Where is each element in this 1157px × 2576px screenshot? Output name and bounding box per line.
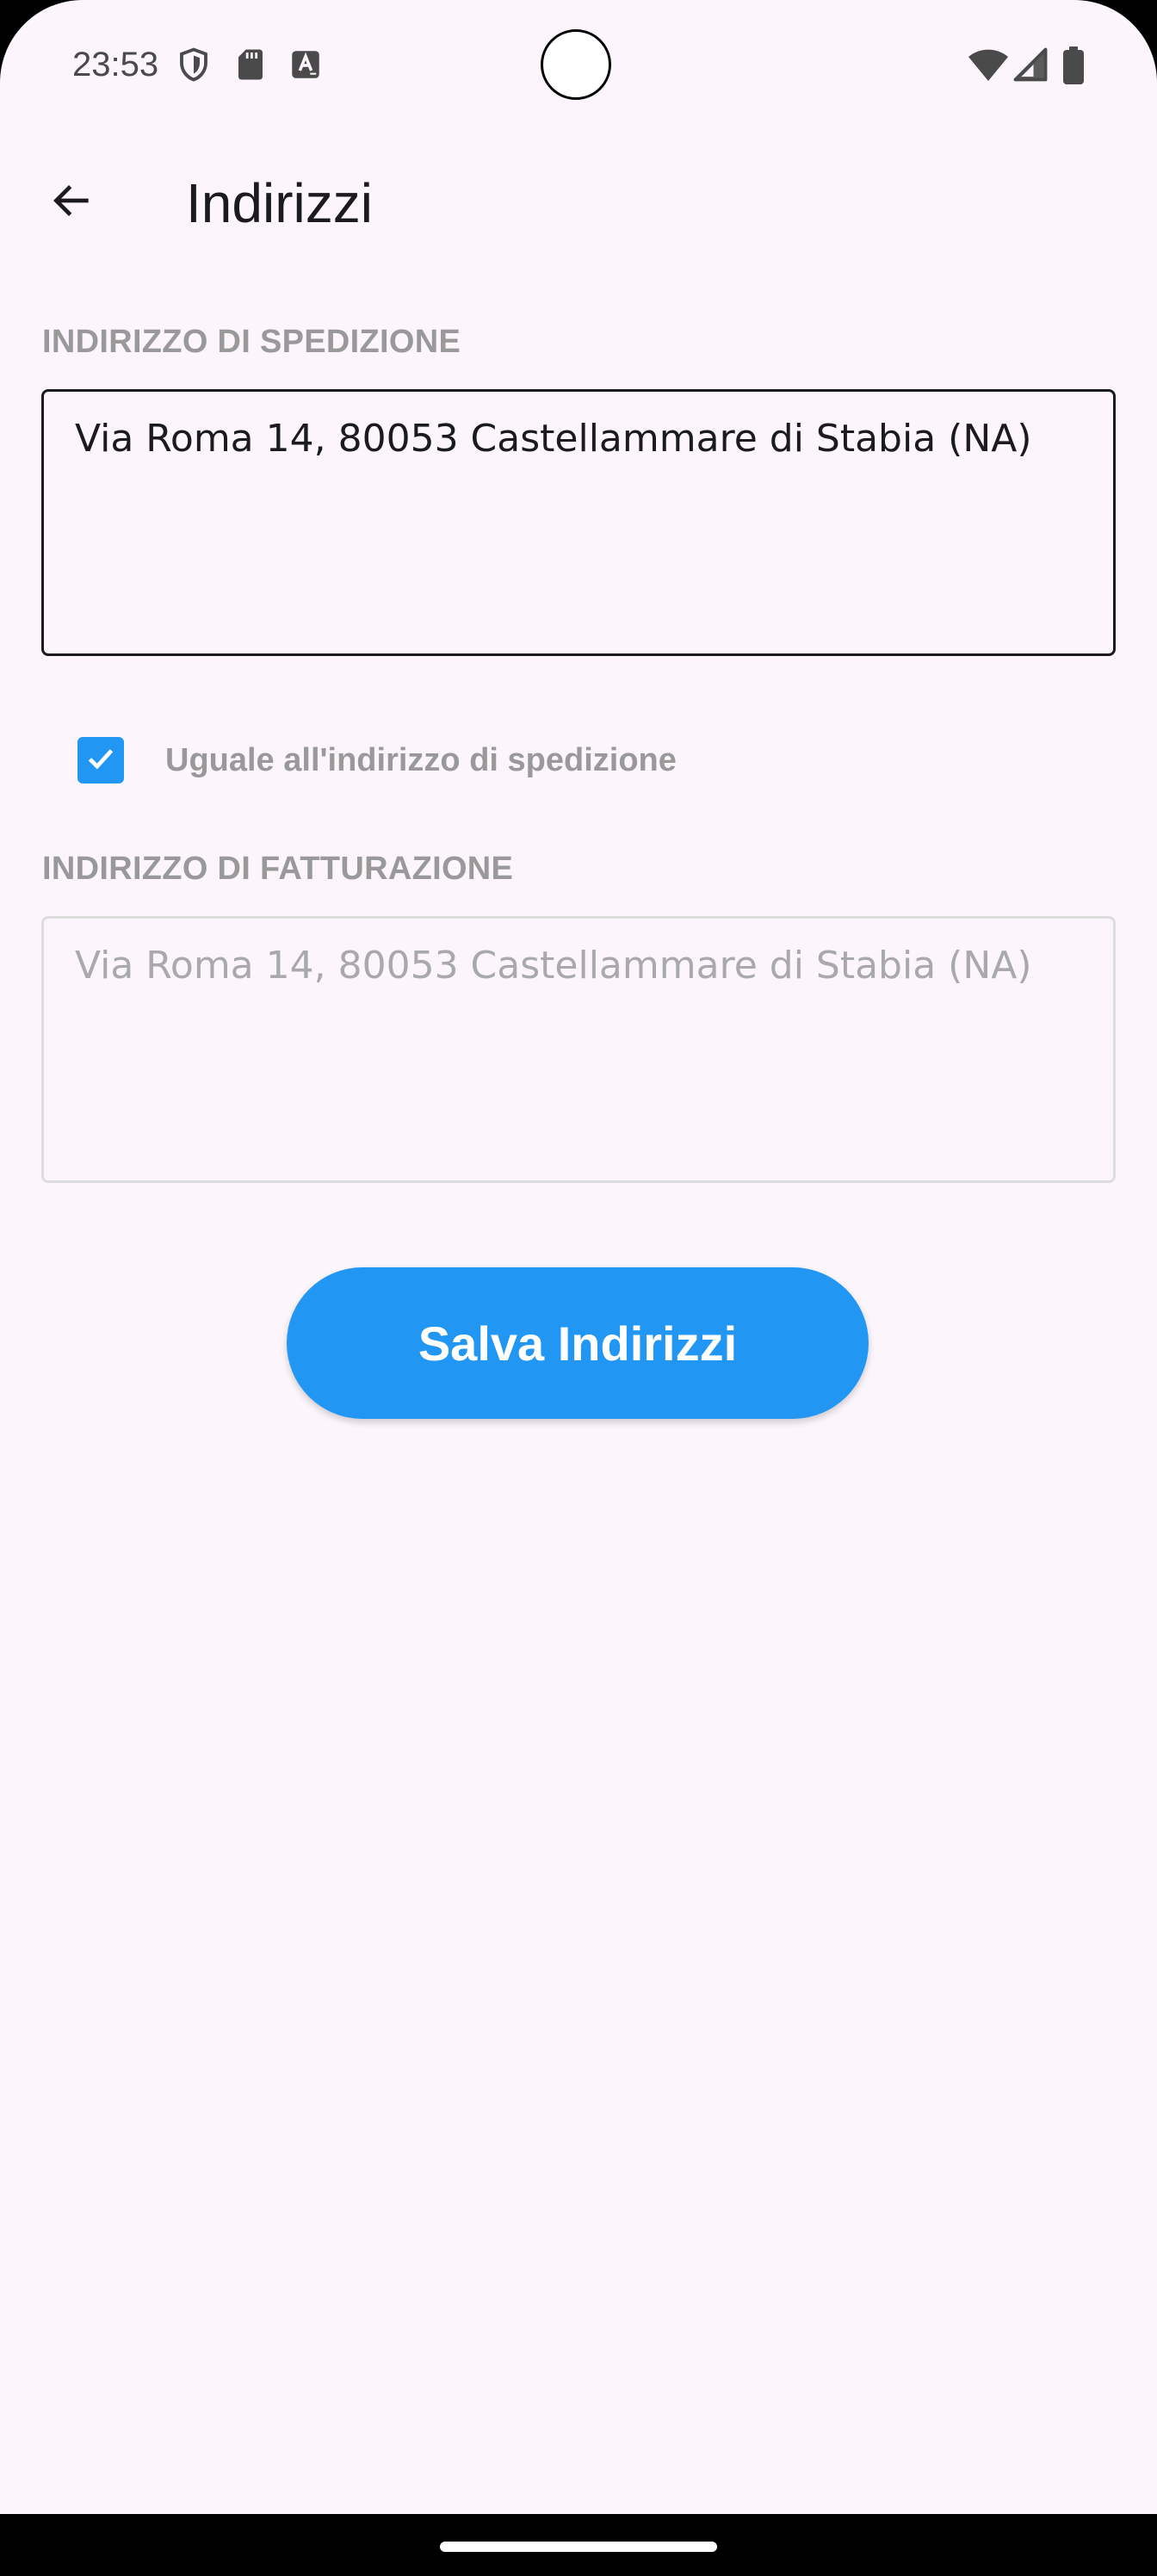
arrow-back-icon [48, 176, 96, 229]
billing-address-input: Via Roma 14, 80053 Castellammare di Stab… [41, 916, 1116, 1183]
back-button[interactable] [31, 161, 114, 244]
shield-icon [176, 46, 212, 83]
billing-address-label: INDIRIZZO DI FATTURAZIONE [42, 851, 514, 887]
status-bar: 23:53 [0, 0, 1157, 131]
page-title: Indirizzi [186, 172, 373, 234]
same-as-shipping-checkbox[interactable] [77, 737, 124, 783]
same-as-shipping-row[interactable]: Uguale all'indirizzo di spedizione [77, 736, 677, 784]
screen: 23:53 Indirizzi INDIRIZZO DI SPEDIZIONE … [0, 0, 1157, 2576]
camera-cutout [541, 29, 611, 100]
shipping-address-input[interactable]: Via Roma 14, 80053 Castellammare di Stab… [41, 389, 1116, 656]
signal-icon [1012, 46, 1049, 83]
wifi-icon [968, 46, 1009, 83]
sd-card-icon [232, 46, 269, 83]
home-indicator[interactable] [440, 2542, 717, 2552]
checkmark-icon [84, 741, 118, 780]
save-addresses-button[interactable]: Salva Indirizzi [287, 1267, 869, 1419]
battery-icon [1061, 46, 1086, 84]
status-time: 23:53 [72, 46, 159, 84]
same-as-shipping-label: Uguale all'indirizzo di spedizione [165, 742, 677, 778]
top-app-bar: Indirizzi [0, 146, 1157, 258]
keyboard-a-icon [288, 46, 324, 83]
shipping-address-label: INDIRIZZO DI SPEDIZIONE [42, 324, 461, 360]
